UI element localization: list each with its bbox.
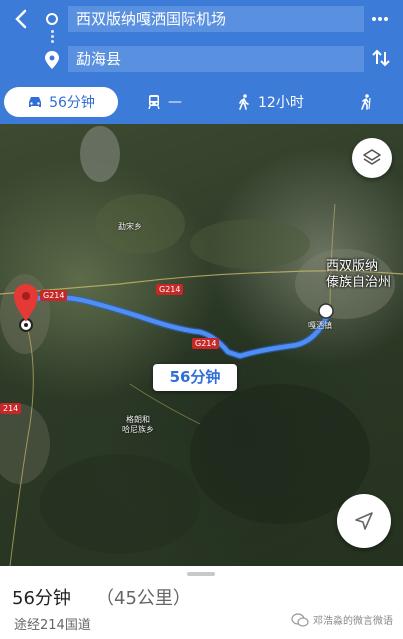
tab-transit[interactable]: — — [148, 87, 182, 117]
tab-accessibility[interactable] — [358, 87, 372, 117]
walking-time: 12小时 — [258, 95, 304, 111]
route-distance: （45公里） — [96, 588, 191, 609]
origin-circle-icon — [46, 13, 58, 25]
route-dots-icon — [51, 30, 54, 44]
transit-time: — — [168, 94, 182, 110]
layers-button[interactable] — [352, 138, 392, 178]
watermark: 邓浩淼的微言微语 — [291, 612, 393, 627]
car-icon — [29, 97, 42, 107]
origin-input[interactable]: 西双版纳嘎洒国际机场 — [68, 6, 364, 32]
walk-icon — [239, 94, 249, 110]
highway-shield: 214 — [0, 403, 22, 414]
swap-icon[interactable] — [371, 48, 391, 68]
highway-shield: G214 — [192, 338, 220, 349]
destination-pin-icon — [45, 51, 59, 69]
place-label: 勐宋乡 — [118, 222, 142, 231]
accessibility-icon — [361, 94, 371, 110]
directions-header: 西双版纳嘎洒国际机场 勐海县 56分钟 — 12小时 — [0, 0, 403, 124]
route-duration: 56分钟 — [12, 588, 71, 609]
destination-input[interactable]: 勐海县 — [68, 46, 364, 72]
navigate-button[interactable] — [337, 494, 391, 548]
wechat-icon — [291, 612, 309, 627]
tab-driving[interactable]: 56分钟 — [4, 87, 118, 117]
train-icon — [148, 95, 160, 109]
route-summary-sheet[interactable]: 56分钟 （45公里） 途经214国道 邓浩淼的微言微语 — [0, 566, 403, 639]
origin-marker — [318, 303, 334, 319]
place-label: 格朗和 哈尼族乡 — [122, 415, 154, 434]
navigation-arrow-icon — [355, 512, 373, 530]
driving-time: 56分钟 — [49, 95, 95, 111]
place-label: 西双版纳 傣族自治州 — [326, 259, 392, 290]
tab-walking[interactable]: 12小时 — [238, 87, 304, 117]
layers-icon — [363, 149, 381, 165]
highway-shield: G214 — [40, 290, 68, 301]
drag-handle[interactable] — [187, 572, 215, 576]
back-arrow-icon[interactable] — [12, 9, 32, 29]
place-label: 嘎洒镇 — [308, 321, 332, 330]
watermark-text: 邓浩淼的微言微语 — [313, 616, 393, 627]
route-via: 途经214国道 — [14, 618, 91, 633]
more-options-icon[interactable] — [371, 10, 389, 28]
map-view[interactable]: G214 G214 G214 214 勐宋乡 格朗和 哈尼族乡 嘎洒镇 西双版纳… — [0, 124, 403, 566]
highway-shield: G214 — [156, 284, 184, 295]
route-time-callout[interactable]: 56分钟 — [153, 364, 237, 391]
travel-mode-tabs: 56分钟 — 12小时 — [0, 86, 403, 118]
